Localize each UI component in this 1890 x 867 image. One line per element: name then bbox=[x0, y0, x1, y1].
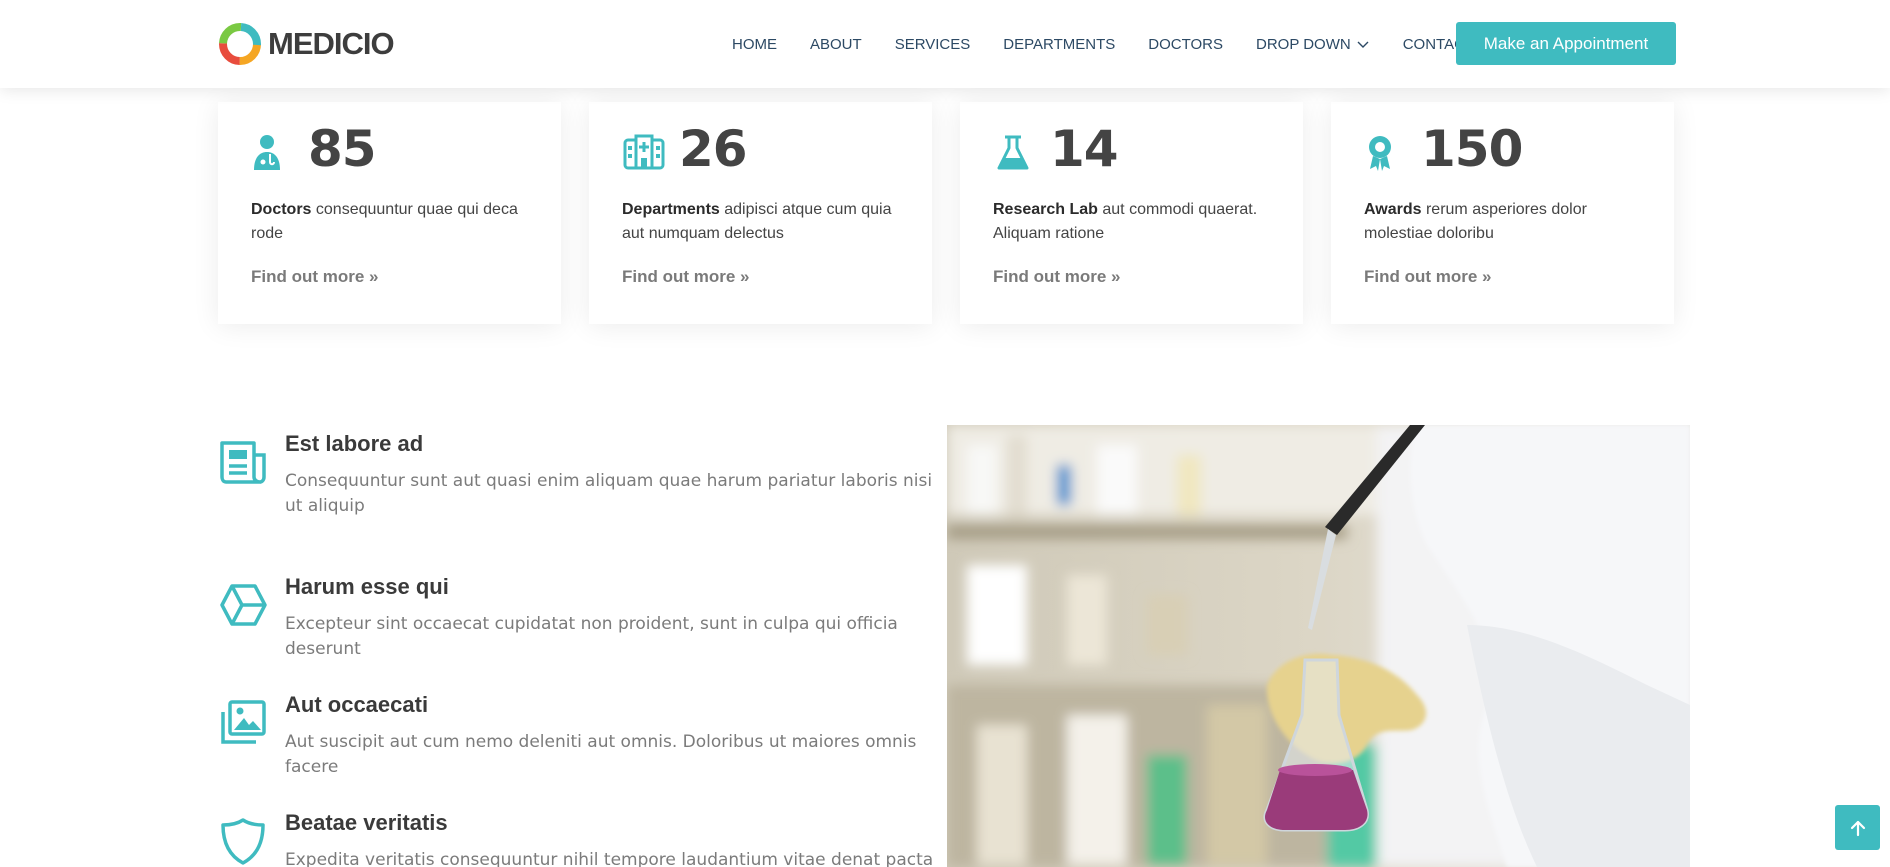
lab-scientist-image bbox=[947, 425, 1690, 867]
nav-services[interactable]: SERVICES bbox=[895, 36, 971, 53]
stat-count: 14 bbox=[1050, 120, 1119, 178]
feature-title: Beatae veritatis bbox=[285, 810, 448, 835]
nav-doctors[interactable]: DOCTORS bbox=[1148, 36, 1223, 53]
lab-photo bbox=[947, 425, 1690, 867]
stat-card-doctors: 85 Doctors consequuntur quae qui deca ro… bbox=[218, 102, 561, 324]
find-out-more-link[interactable]: Find out more » bbox=[1364, 267, 1492, 287]
stat-card-research-lab: 14 Research Lab aut commodi quaerat. Ali… bbox=[960, 102, 1303, 324]
box-icon bbox=[220, 584, 267, 626]
arrow-up-icon bbox=[1850, 820, 1865, 836]
feature-description: Aut suscipit aut cum nemo deleniti aut o… bbox=[285, 732, 917, 777]
logo-ring-icon bbox=[219, 23, 261, 65]
stat-card-departments: 26 Departments adipisci atque cum quia a… bbox=[589, 102, 932, 324]
shield-icon bbox=[221, 818, 265, 865]
back-to-top-button[interactable] bbox=[1835, 805, 1880, 850]
stat-description: Doctors consequuntur quae qui deca rode bbox=[251, 198, 531, 246]
flask-icon bbox=[997, 135, 1029, 170]
feature-title: Est labore ad bbox=[285, 431, 424, 456]
images-icon bbox=[221, 700, 266, 744]
nav-dropdown-label: DROP DOWN bbox=[1255, 35, 1351, 53]
feature-description: Consequuntur sunt aut quasi enim aliquam… bbox=[285, 471, 933, 516]
stat-description: Departments adipisci atque cum quia aut … bbox=[622, 198, 902, 246]
stat-title: Research Lab bbox=[993, 201, 1098, 218]
nav-home[interactable]: HOME bbox=[732, 36, 777, 53]
logo[interactable]: MEDICIO bbox=[218, 22, 395, 66]
find-out-more-link[interactable]: Find out more » bbox=[622, 267, 750, 287]
stat-count: 26 bbox=[679, 120, 748, 178]
main-nav: HOME ABOUT SERVICES DEPARTMENTS DOCTORS … bbox=[732, 0, 1507, 88]
nav-about[interactable]: ABOUT bbox=[810, 36, 862, 53]
award-icon bbox=[1369, 136, 1391, 171]
doctor-icon bbox=[254, 135, 280, 170]
site-header: MEDICIO HOME ABOUT SERVICES DEPARTMENTS … bbox=[0, 0, 1890, 88]
stat-title: Awards bbox=[1364, 201, 1422, 218]
hospital-icon bbox=[623, 134, 665, 170]
find-out-more-link[interactable]: Find out more » bbox=[251, 267, 379, 287]
newspaper-icon bbox=[220, 441, 266, 484]
feature-description: Excepteur sint occaecat cupidatat non pr… bbox=[285, 614, 898, 659]
chevron-down-icon bbox=[1357, 41, 1369, 48]
feature-title: Aut occaecati bbox=[285, 692, 429, 717]
stat-title: Departments bbox=[622, 201, 720, 218]
stat-description: Research Lab aut commodi quaerat. Aliqua… bbox=[993, 198, 1273, 246]
stat-count: 150 bbox=[1421, 120, 1523, 178]
stat-description: Awards rerum asperiores dolor molestiae … bbox=[1364, 198, 1644, 246]
logo-text: MEDICIO bbox=[268, 26, 395, 61]
find-out-more-link[interactable]: Find out more » bbox=[993, 267, 1121, 287]
stats-row: 85 Doctors consequuntur quae qui deca ro… bbox=[218, 102, 1702, 324]
stat-title: Doctors bbox=[251, 201, 312, 218]
feature-description: Expedita veritatis consequuntur nihil te… bbox=[285, 850, 934, 867]
nav-dropdown[interactable]: DROP DOWN bbox=[1256, 36, 1370, 53]
nav-departments[interactable]: DEPARTMENTS bbox=[1003, 36, 1115, 53]
appointment-button[interactable]: Make an Appointment bbox=[1456, 22, 1676, 65]
stat-card-awards: 150 Awards rerum asperiores dolor molest… bbox=[1331, 102, 1674, 324]
feature-title: Harum esse qui bbox=[285, 574, 449, 599]
stat-count: 85 bbox=[308, 120, 377, 178]
